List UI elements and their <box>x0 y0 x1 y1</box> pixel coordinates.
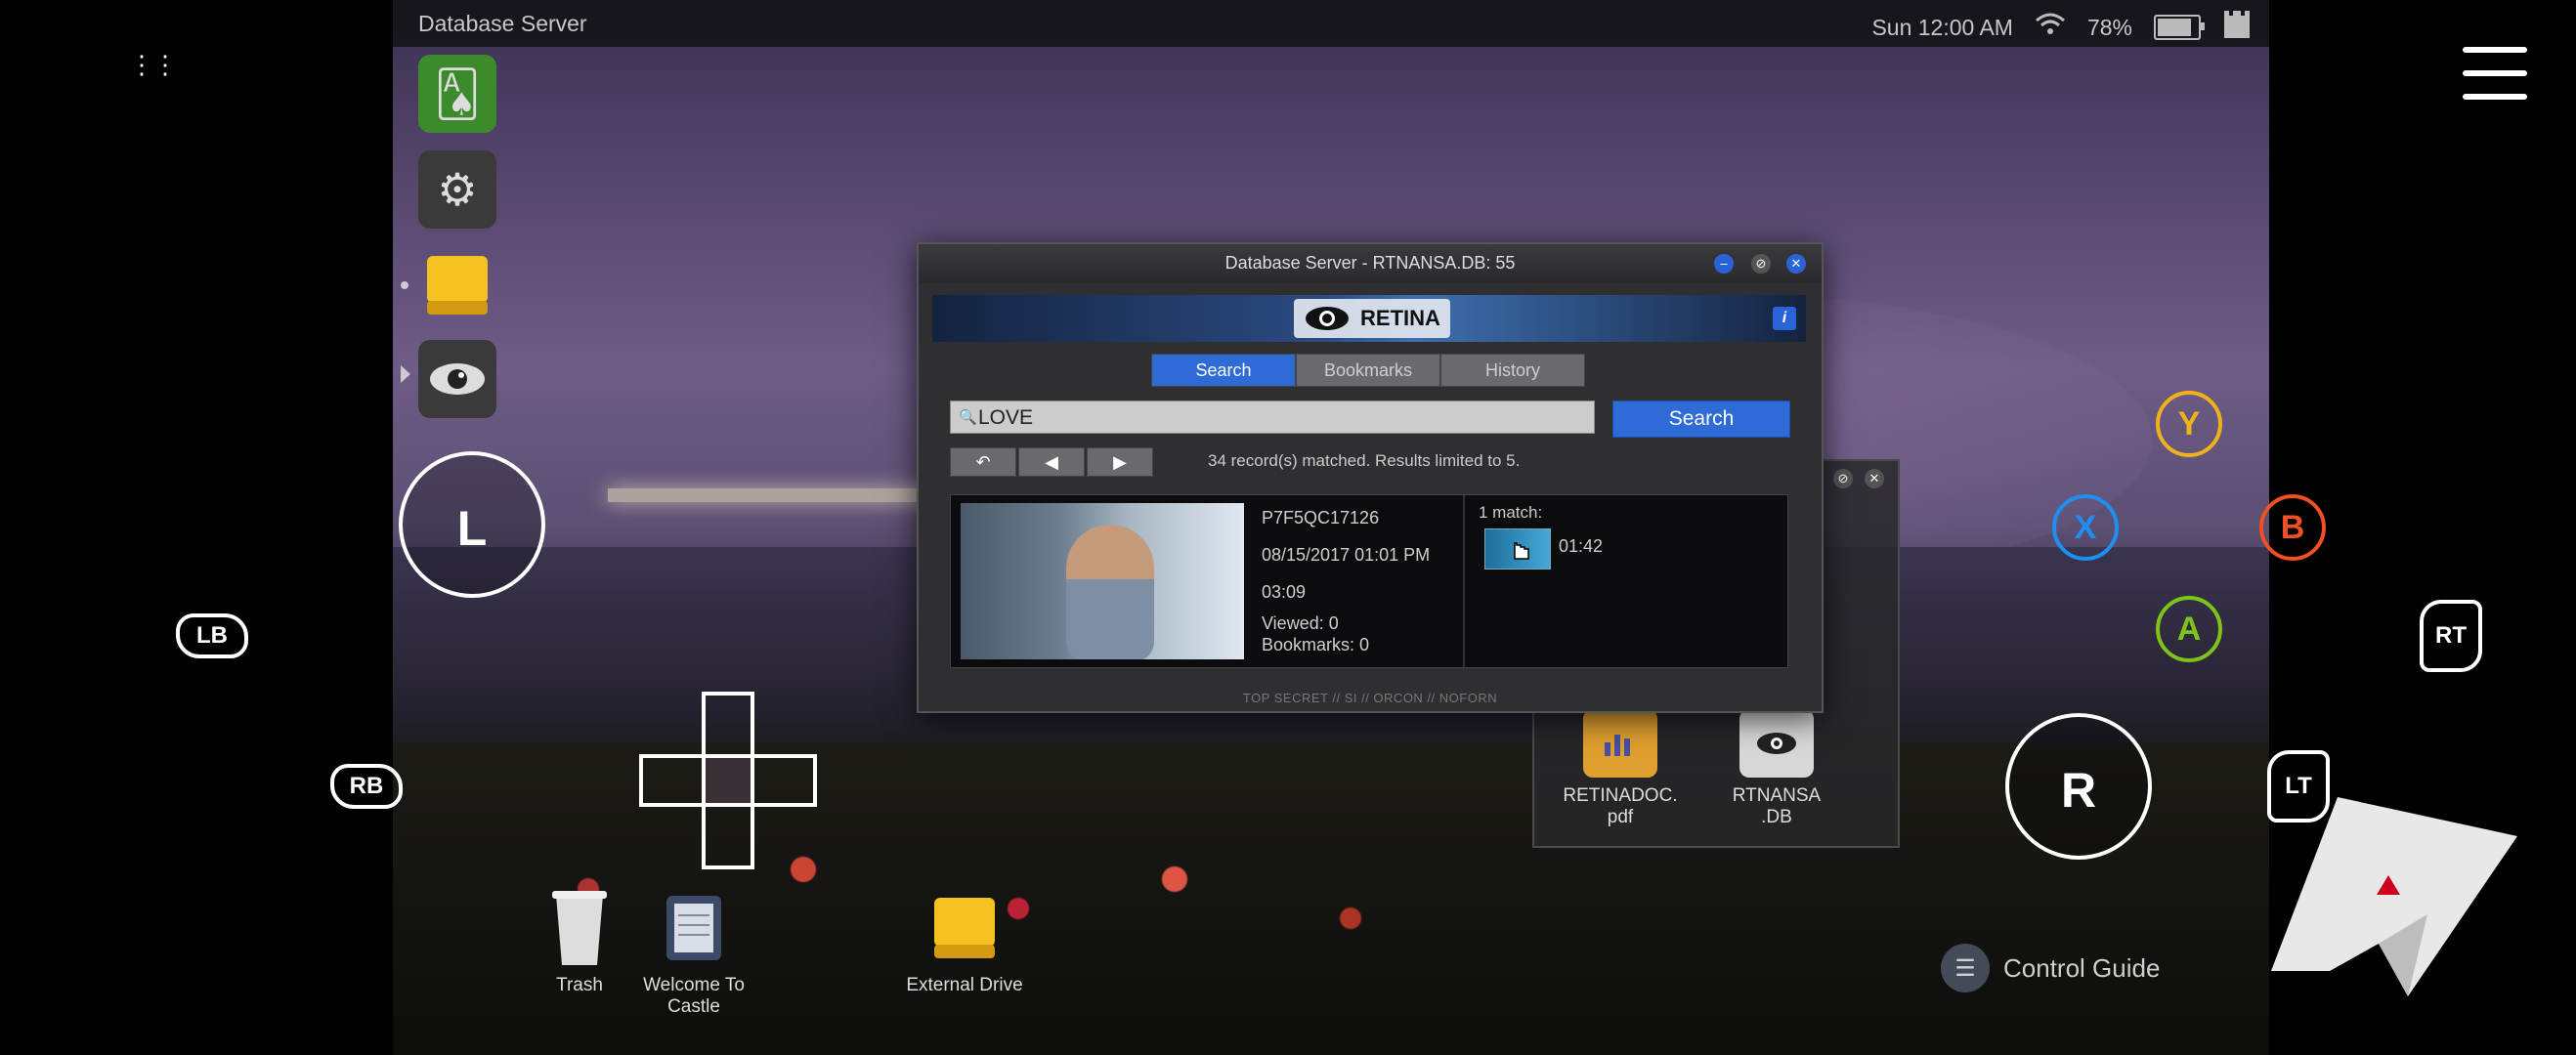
file-name-line1: RETINADOC. <box>1563 785 1678 806</box>
nav-buttons: ↶ ◀ ▶ <box>950 447 1153 477</box>
trash-icon <box>545 889 614 967</box>
classification-footer: TOP SECRET // SI // ORCON // NOFORN <box>1242 691 1498 705</box>
tab-bar: Search Bookmarks History <box>1151 354 1585 387</box>
match-thumbnail[interactable] <box>1484 528 1551 570</box>
android-police-watermark <box>2271 797 2517 996</box>
control-guide-label: Control Guide <box>2003 952 2161 983</box>
window-title: Database Server - RTNANSA.DB: 55 <box>1224 253 1516 273</box>
desktop-icon-label-line2: Castle <box>667 996 720 1017</box>
rt-button[interactable]: RT <box>2420 600 2482 672</box>
tab-history[interactable]: History <box>1440 354 1585 387</box>
running-indicator <box>401 281 408 289</box>
clock: Sun 12:00 AM <box>1871 14 2013 40</box>
notes-icon <box>660 889 728 967</box>
eye-icon <box>1306 307 1350 330</box>
search-icon: 🔍 <box>959 409 977 426</box>
settings-gears-icon[interactable]: ⚙ <box>418 150 496 229</box>
record-duration: 03:09 <box>1262 582 1307 602</box>
search-button[interactable]: Search <box>1612 401 1790 438</box>
match-time: 01:42 <box>1559 536 1604 556</box>
wifi-icon <box>2035 13 2066 42</box>
window-maximize-button[interactable]: ⊘ <box>1833 469 1853 488</box>
retina-banner: RETINA i <box>932 295 1806 342</box>
file-name-line2: .DB <box>1761 807 1792 827</box>
database-server-window: Database Server - RTNANSA.DB: 55 – ⊘ ✕ R… <box>917 242 1824 713</box>
window-minimize-button[interactable]: – <box>1714 254 1734 274</box>
database-eye-icon <box>1739 709 1814 778</box>
hamburger-menu-icon[interactable] <box>2463 47 2527 102</box>
result-item[interactable]: P7F5QC17126 08/15/2017 01:01 PM 03:09 Vi… <box>950 494 1788 668</box>
solitaire-icon[interactable]: 🂡 <box>418 55 496 133</box>
file-rtnansa-db[interactable]: RTNANSA .DB <box>1718 709 1835 828</box>
drag-grip-icon[interactable]: ⋮⋮ <box>129 52 178 98</box>
desktop-icon-external-drive[interactable]: External Drive <box>891 889 1038 996</box>
result-count: 34 record(s) matched. Results limited to… <box>1208 451 1521 470</box>
file-name-line2: pdf <box>1607 807 1634 827</box>
file-retinadoc[interactable]: RETINADOC. pdf <box>1562 709 1679 828</box>
search-input-value: LOVE <box>978 406 1034 429</box>
control-guide-button[interactable]: ☰ Control Guide <box>1941 944 2160 992</box>
record-id: P7F5QC17126 <box>1262 508 1380 528</box>
rb-button[interactable]: RB <box>330 764 403 809</box>
external-drive-icon <box>930 889 999 967</box>
back-reply-icon[interactable]: ↶ <box>950 447 1016 477</box>
desktop-icon-welcome[interactable]: Welcome To Castle <box>621 889 767 1018</box>
b-button[interactable]: B <box>2259 494 2326 561</box>
a-button[interactable]: A <box>2156 596 2222 662</box>
window-close-button[interactable]: ✕ <box>1865 469 1884 488</box>
left-stick[interactable]: L <box>399 451 545 598</box>
record-viewed: Viewed: 0 <box>1262 613 1339 633</box>
record-bookmarks: Bookmarks: 0 <box>1262 635 1370 654</box>
file-name-line1: RTNANSA <box>1732 785 1822 806</box>
info-button[interactable]: i <box>1773 307 1796 330</box>
lb-button[interactable]: LB <box>176 613 248 658</box>
match-label: 1 match: <box>1479 503 1543 522</box>
dpad[interactable] <box>639 692 817 869</box>
window-close-button[interactable]: ✕ <box>1786 254 1806 274</box>
record-date: 08/15/2017 01:01 PM <box>1262 545 1431 565</box>
result-divider <box>1463 495 1465 667</box>
top-bar: Database Server Sun 12:00 AM 78% <box>393 0 2269 47</box>
window-titlebar[interactable]: Database Server - RTNANSA.DB: 55 – ⊘ ✕ <box>919 244 1822 283</box>
tab-bookmarks[interactable]: Bookmarks <box>1296 354 1440 387</box>
desktop-icon-label: External Drive <box>906 975 1023 995</box>
dpad-center <box>706 758 751 803</box>
retina-eye-icon[interactable] <box>418 340 496 418</box>
right-stick[interactable]: R <box>2005 713 2152 860</box>
brand-name: RETINA <box>1360 306 1440 330</box>
active-app-indicator <box>401 365 410 383</box>
video-thumbnail[interactable] <box>961 503 1244 659</box>
dock: 🂡 ⚙ <box>393 47 500 418</box>
thumbnail-person <box>1066 525 1154 659</box>
battery-icon <box>2154 15 2205 40</box>
x-button[interactable]: X <box>2052 494 2119 561</box>
document-chart-icon <box>1583 709 1657 778</box>
battery-percent: 78% <box>2086 14 2132 40</box>
app-title: Database Server <box>418 11 587 36</box>
result-metadata: P7F5QC17126 08/15/2017 01:01 PM 03:09 Vi… <box>1262 507 1430 671</box>
desktop-icon-label: Welcome To <box>643 975 745 995</box>
drive-icon[interactable] <box>418 246 496 324</box>
window-maximize-button[interactable]: ⊘ <box>1751 254 1771 274</box>
retina-logo: RETINA <box>1294 299 1450 338</box>
list-icon: ☰ <box>1941 944 1990 992</box>
castle-icon[interactable] <box>2222 9 2252 46</box>
hand-pointer-icon <box>1514 542 1529 560</box>
search-input[interactable]: 🔍 LOVE <box>950 401 1595 434</box>
next-arrow-icon[interactable]: ▶ <box>1087 447 1153 477</box>
tab-search[interactable]: Search <box>1151 354 1296 387</box>
y-button[interactable]: Y <box>2156 391 2222 457</box>
battery-fill <box>2158 19 2192 36</box>
prev-arrow-icon[interactable]: ◀ <box>1018 447 1085 477</box>
